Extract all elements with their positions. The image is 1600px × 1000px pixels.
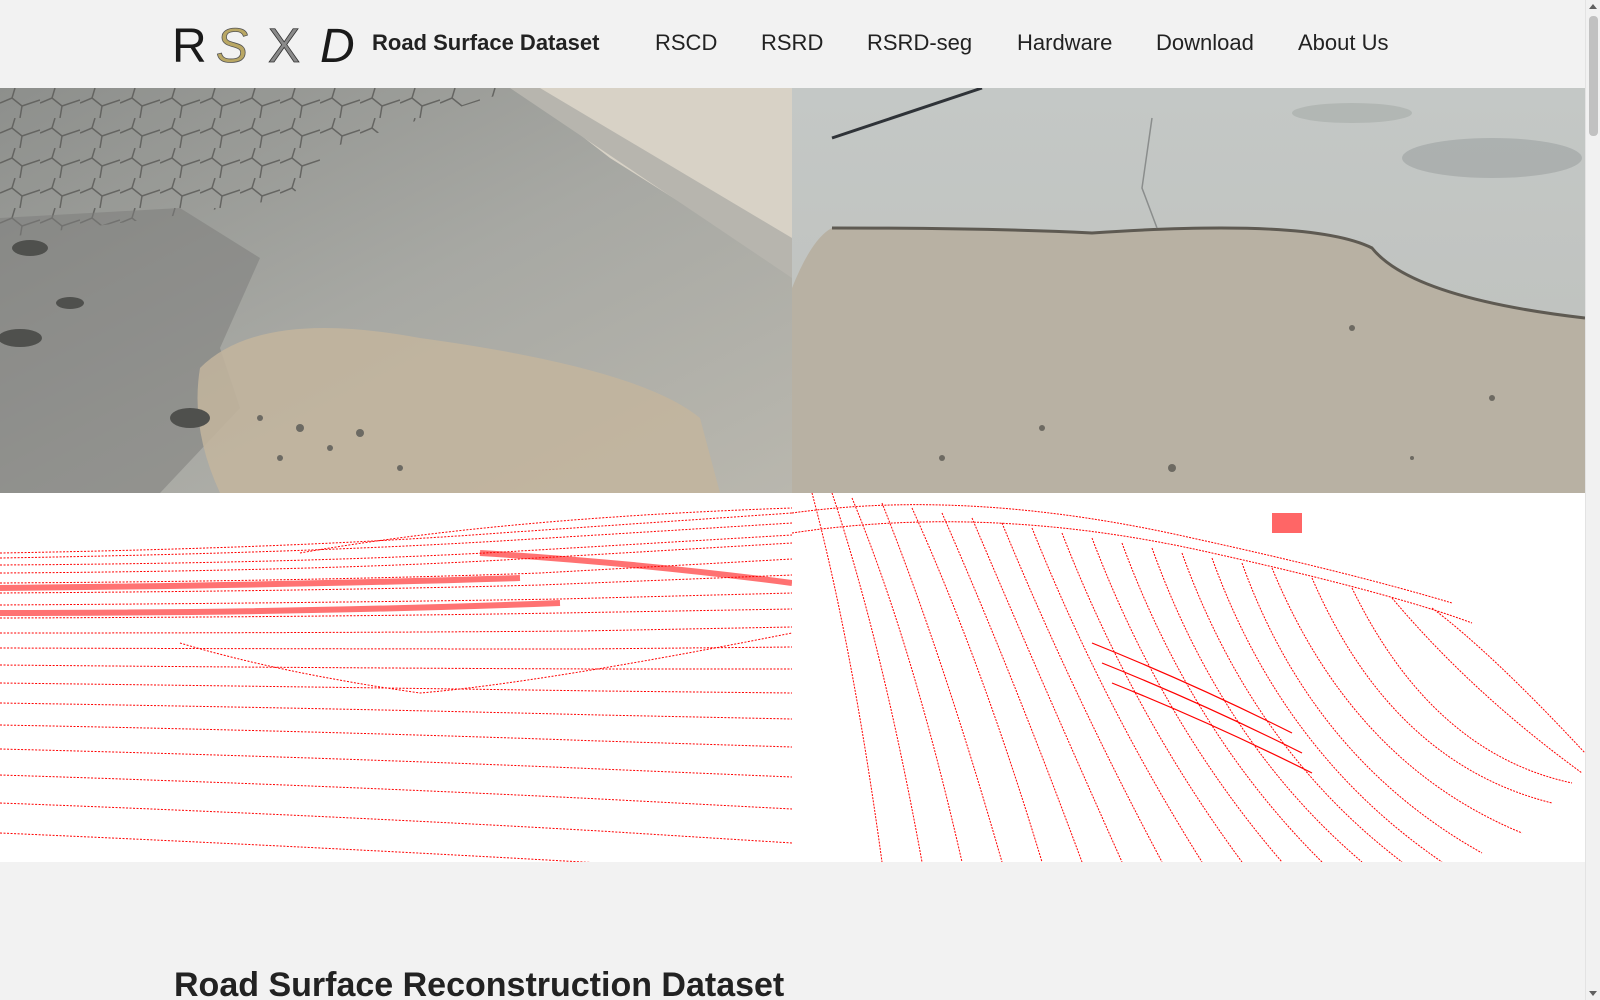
nav-item-hardware[interactable]: Hardware bbox=[1017, 30, 1112, 56]
nav-item-rscd[interactable]: RSCD bbox=[655, 30, 717, 56]
page-scrollbar[interactable] bbox=[1585, 0, 1600, 1000]
point-cloud-left bbox=[0, 493, 792, 862]
nav-item-download[interactable]: Download bbox=[1156, 30, 1254, 56]
nav-item-about-us[interactable]: About Us bbox=[1298, 30, 1389, 56]
logo-letter-s: S bbox=[216, 20, 248, 70]
cracked-asphalt-pothole-photo bbox=[0, 88, 792, 493]
logo-letter-d: D bbox=[320, 20, 355, 70]
nav-item-rsrd-seg[interactable]: RSRD-seg bbox=[867, 30, 972, 56]
hero-image-grid bbox=[0, 88, 1585, 862]
section-title: Road Surface Reconstruction Dataset bbox=[174, 966, 785, 1000]
rsxd-logo[interactable]: R S X D bbox=[172, 20, 362, 70]
point-cloud-right bbox=[792, 493, 1585, 862]
scroll-down-arrow-icon[interactable] bbox=[1589, 991, 1597, 996]
logo-letter-x: X bbox=[268, 20, 300, 70]
nav-item-rsrd[interactable]: RSRD bbox=[761, 30, 823, 56]
site-header: R S X D Road Surface Dataset RSCD RSRD R… bbox=[0, 0, 1585, 88]
logo-letter-r: R bbox=[172, 20, 207, 70]
brand-title[interactable]: Road Surface Dataset bbox=[372, 30, 599, 56]
scrollbar-thumb[interactable] bbox=[1589, 16, 1598, 136]
concrete-pothole-photo bbox=[792, 88, 1585, 493]
scroll-up-arrow-icon[interactable] bbox=[1589, 4, 1597, 9]
